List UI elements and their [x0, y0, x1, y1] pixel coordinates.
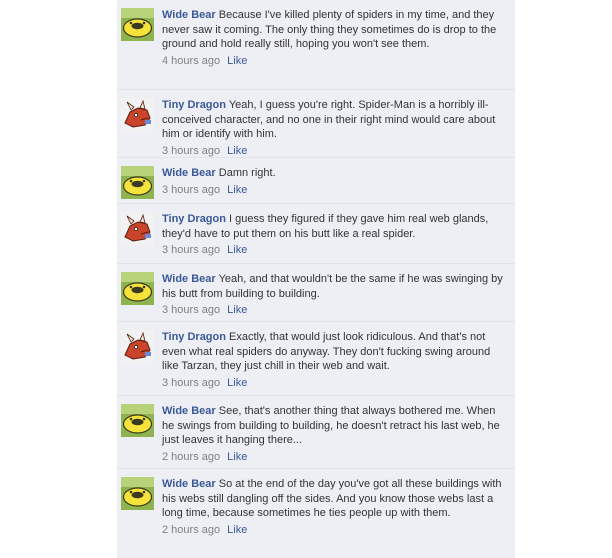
comment-timestamp[interactable]: 3 hours ago	[162, 304, 220, 316]
comment-meta: 4 hours ago Like	[162, 54, 507, 69]
bear-avatar[interactable]	[121, 8, 154, 41]
like-link[interactable]: Like	[227, 524, 247, 536]
comment-author[interactable]: Wide Bear	[162, 9, 216, 21]
comment-author[interactable]: Wide Bear	[162, 167, 216, 179]
comment-meta: 3 hours ago Like	[162, 144, 507, 159]
comment-body: Tiny Dragon Exactly, that would just loo…	[162, 330, 507, 390]
like-link[interactable]: Like	[227, 244, 247, 256]
bear-avatar[interactable]	[121, 272, 154, 305]
comment-author[interactable]: Wide Bear	[162, 273, 216, 285]
like-link[interactable]: Like	[227, 451, 247, 463]
dragon-avatar[interactable]	[121, 330, 154, 363]
comment-author[interactable]: Tiny Dragon	[162, 213, 226, 225]
comment-body: Tiny Dragon I guess they figured if they…	[162, 212, 507, 258]
like-link[interactable]: Like	[227, 184, 247, 196]
like-link[interactable]: Like	[227, 377, 247, 389]
dragon-avatar[interactable]	[121, 212, 154, 245]
comment-thread: Wide Bear Because I've killed plenty of …	[117, 0, 515, 558]
comment-body: Wide Bear Because I've killed plenty of …	[162, 8, 507, 68]
comment-timestamp[interactable]: 3 hours ago	[162, 244, 220, 256]
comment-meta: 2 hours ago Like	[162, 450, 507, 465]
comment-author[interactable]: Wide Bear	[162, 478, 216, 490]
comment-timestamp[interactable]: 3 hours ago	[162, 377, 220, 389]
comment-author[interactable]: Tiny Dragon	[162, 331, 226, 343]
bear-avatar[interactable]	[121, 166, 154, 199]
comment-item: Tiny Dragon Yeah, I guess you're right. …	[117, 90, 515, 158]
comment-timestamp[interactable]: 4 hours ago	[162, 55, 220, 67]
like-link[interactable]: Like	[227, 55, 247, 67]
dragon-avatar[interactable]	[121, 98, 154, 131]
bear-avatar[interactable]	[121, 404, 154, 437]
comment-body: Tiny Dragon Yeah, I guess you're right. …	[162, 98, 507, 158]
comment-author[interactable]: Wide Bear	[162, 405, 216, 417]
comment-meta: 3 hours ago Like	[162, 183, 507, 198]
comment-item: Wide Bear See, that's another thing that…	[117, 396, 515, 469]
like-link[interactable]: Like	[227, 304, 247, 316]
comment-timestamp[interactable]: 3 hours ago	[162, 145, 220, 157]
comment-meta: 2 hours ago Like	[162, 523, 507, 538]
comment-timestamp[interactable]: 2 hours ago	[162, 524, 220, 536]
comment-text: Damn right.	[218, 167, 276, 179]
comment-item: Tiny Dragon Exactly, that would just loo…	[117, 322, 515, 396]
comment-item: Wide Bear Because I've killed plenty of …	[117, 0, 515, 90]
comment-body: Wide Bear So at the end of the day you'v…	[162, 477, 507, 537]
comment-meta: 3 hours ago Like	[162, 376, 507, 391]
comment-item: Wide Bear Yeah, and that wouldn't be the…	[117, 264, 515, 322]
comment-timestamp[interactable]: 3 hours ago	[162, 184, 220, 196]
comment-meta: 3 hours ago Like	[162, 243, 507, 258]
comment-body: Wide Bear Damn right. 3 hours ago Like	[162, 166, 507, 197]
comment-item: Tiny Dragon I guess they figured if they…	[117, 204, 515, 264]
comment-item: Wide Bear Damn right. 3 hours ago Like	[117, 158, 515, 204]
comment-body: Wide Bear See, that's another thing that…	[162, 404, 507, 464]
comment-body: Wide Bear Yeah, and that wouldn't be the…	[162, 272, 507, 318]
comment-item: Wide Bear So at the end of the day you'v…	[117, 469, 515, 558]
comment-author[interactable]: Tiny Dragon	[162, 99, 226, 111]
comment-timestamp[interactable]: 2 hours ago	[162, 451, 220, 463]
bear-avatar[interactable]	[121, 477, 154, 510]
like-link[interactable]: Like	[227, 145, 247, 157]
comment-meta: 3 hours ago Like	[162, 303, 507, 318]
